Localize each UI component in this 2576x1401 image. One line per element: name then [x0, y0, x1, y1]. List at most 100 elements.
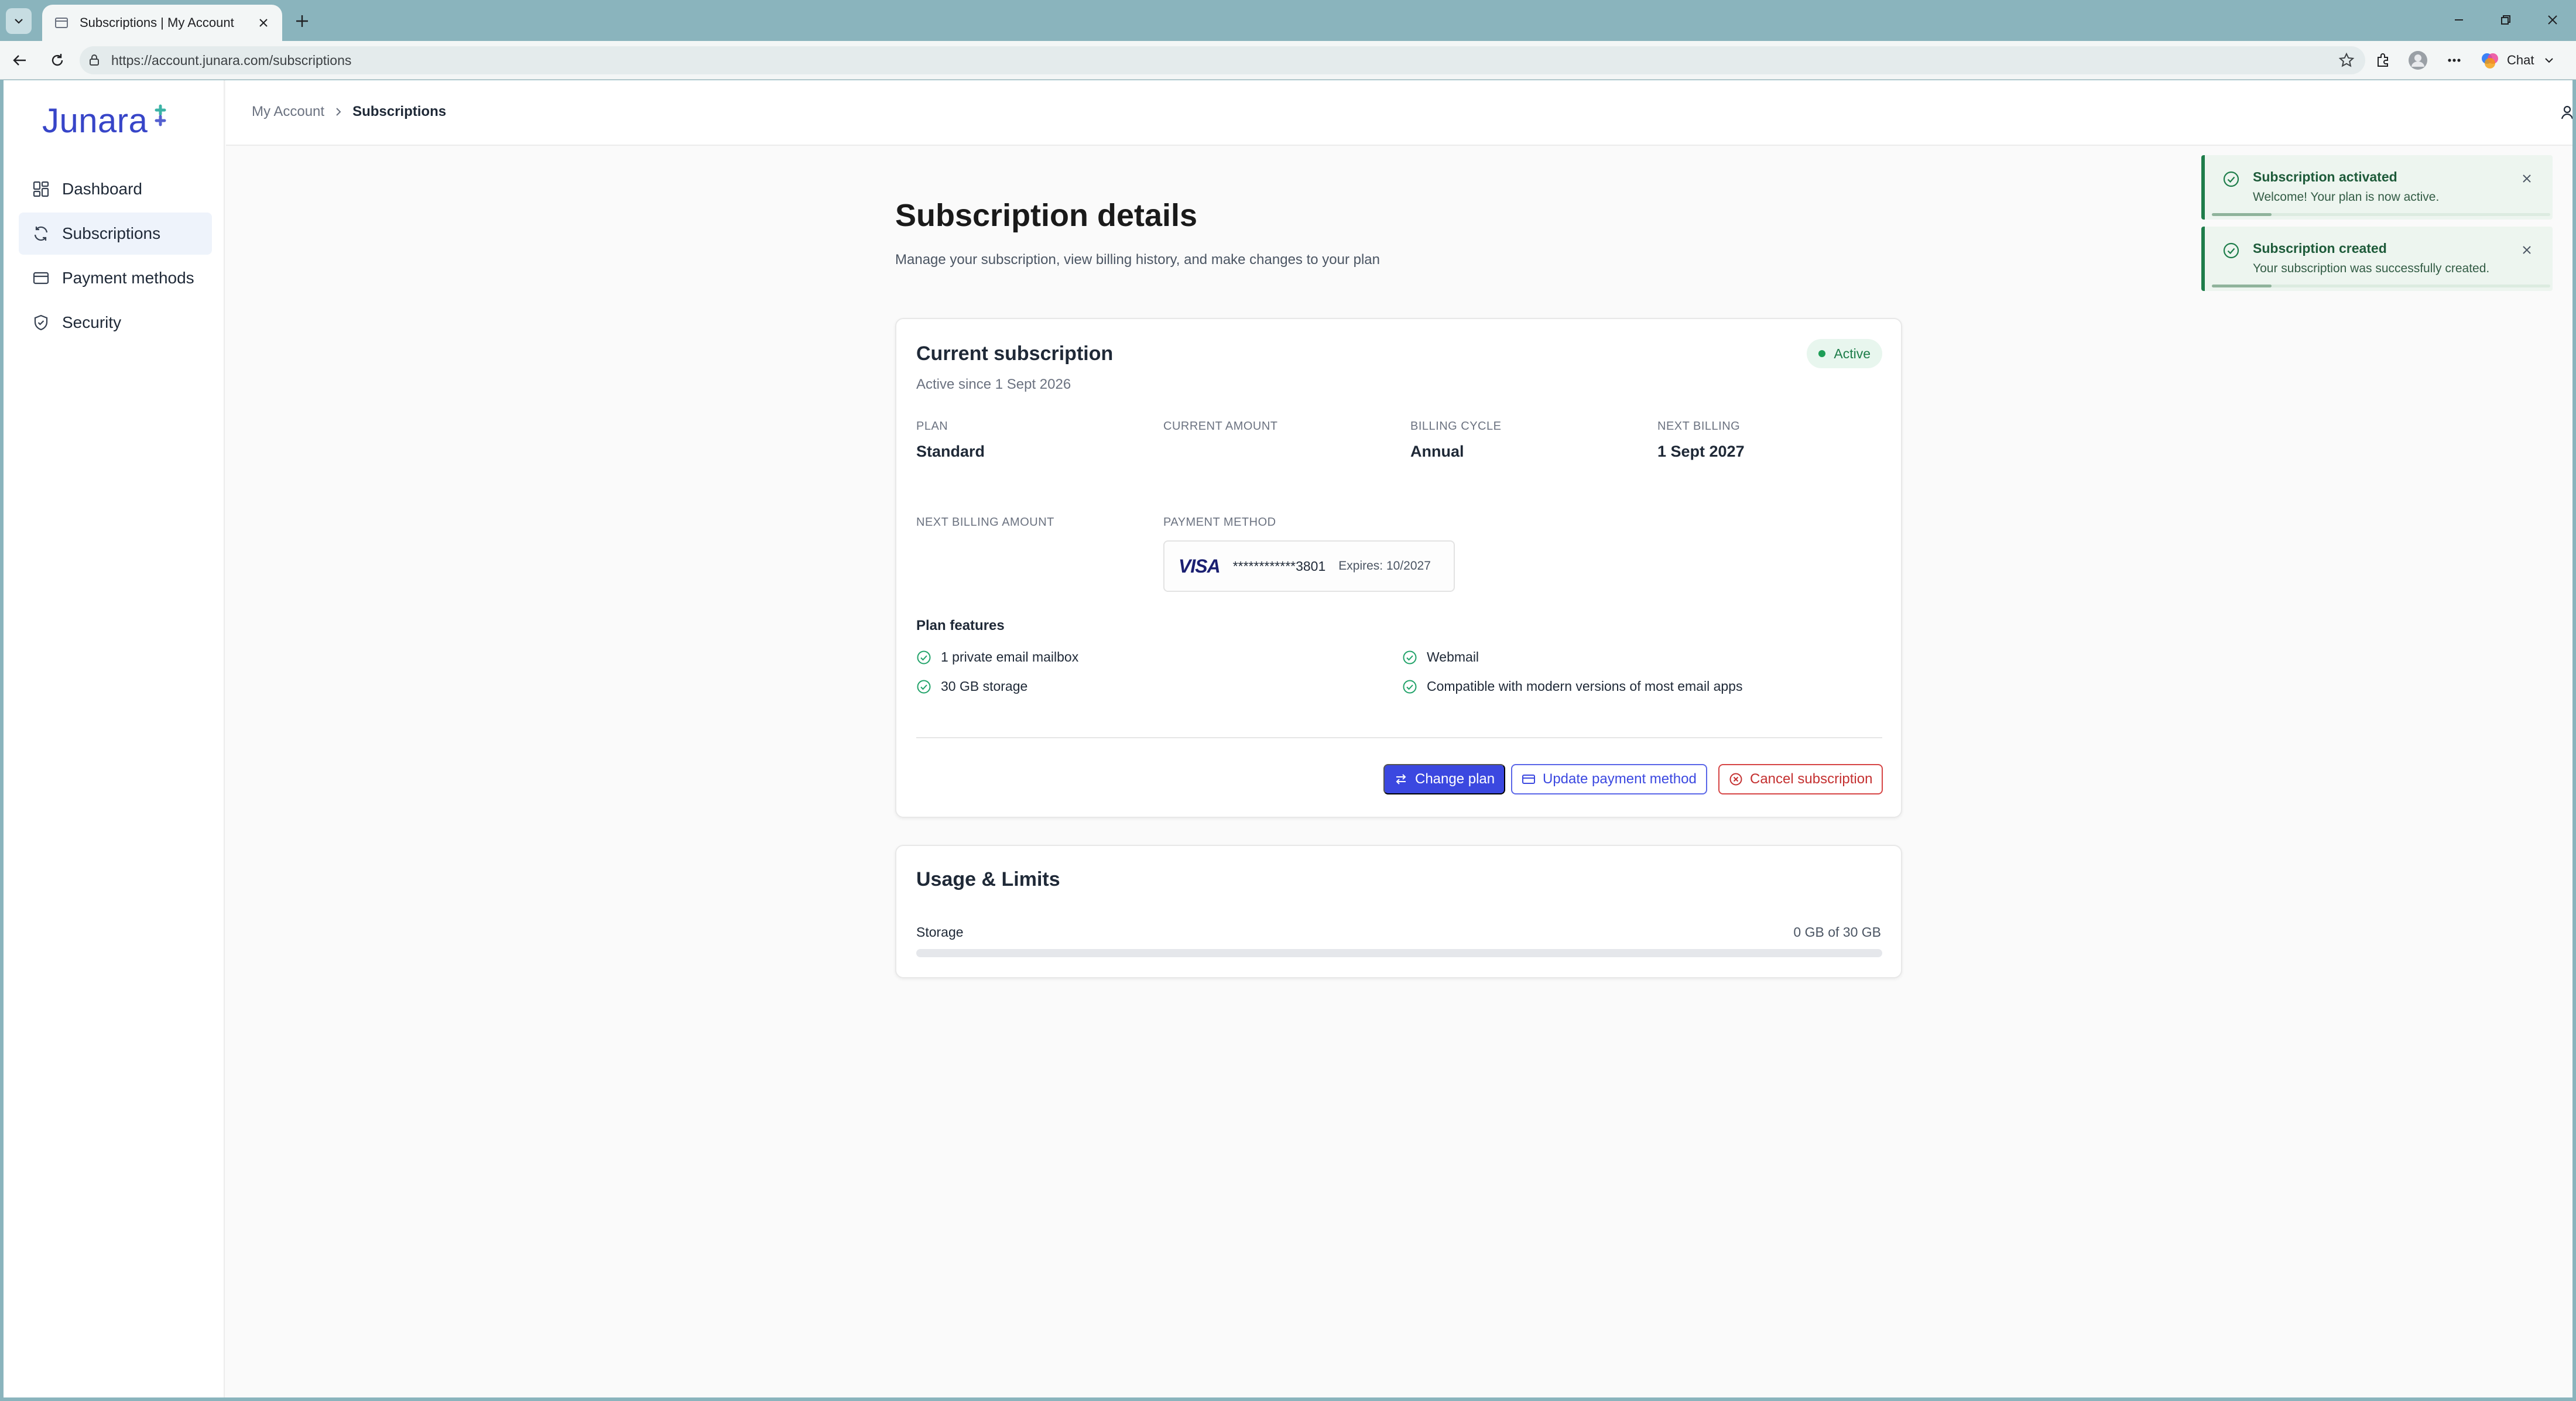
browser-tabstrip: Subscriptions | My Account: [0, 0, 2576, 41]
page-favicon-icon: [53, 14, 70, 32]
toast-timer-bar: [2212, 285, 2272, 287]
chevron-down-icon: [15, 19, 23, 24]
check-circle-icon: [916, 679, 931, 694]
browser-tab-active[interactable]: Subscriptions | My Account: [42, 5, 282, 41]
feature-item: 30 GB storage: [916, 679, 1027, 694]
payment-card: VISA ************3801 Expires: 10/2027: [1163, 540, 1455, 592]
user-menu[interactable]: [2339, 98, 2572, 128]
storage-progress-bar: [916, 949, 1882, 957]
toast-timer-bar: [2212, 213, 2272, 216]
feature-label: Compatible with modern versions of most …: [1427, 679, 1743, 694]
breadcrumb-subscriptions: Subscriptions: [352, 104, 447, 119]
sidebar-item-security[interactable]: Security: [19, 302, 212, 344]
check-circle-icon: [1402, 679, 1417, 694]
page-subtitle: Manage your subscription, view billing h…: [895, 252, 1380, 268]
field-label: PLAN: [916, 420, 948, 433]
minimize-icon: [2455, 19, 2463, 20]
user-icon: [2558, 104, 2572, 121]
card-title: Current subscription: [916, 342, 1114, 365]
extensions-button[interactable]: [2370, 47, 2396, 73]
status-badge-label: Active: [1834, 345, 1871, 361]
profile-avatar[interactable]: [2405, 47, 2431, 73]
tab-close-icon[interactable]: [255, 15, 272, 31]
reload-button[interactable]: [44, 47, 70, 73]
avatar-icon: [2409, 51, 2427, 70]
reload-icon: [52, 54, 63, 66]
address-bar[interactable]: https://account.junara.com/subscriptions: [80, 46, 2365, 74]
billing-cycle-value: Annual: [1410, 443, 1464, 460]
chat-button[interactable]: Chat: [2480, 46, 2568, 74]
toast-message: Your subscription was successfully creat…: [2253, 262, 2490, 275]
arrow-left-icon: [13, 55, 26, 66]
browser-menu-button[interactable]: [2441, 47, 2467, 73]
sidebar-item-payment-methods[interactable]: Payment methods: [19, 257, 212, 299]
plan-features-title: Plan features: [916, 618, 1005, 633]
usage-limits-card: Usage & Limits Storage 0 GB of 30 GB: [895, 845, 1902, 978]
field-label: BILLING CYCLE: [1410, 420, 1502, 433]
toast-subscription-created: Subscription created Your subscription w…: [2201, 227, 2553, 291]
feature-label: 30 GB storage: [941, 679, 1028, 694]
next-billing-value: 1 Sept 2027: [1657, 443, 1745, 460]
feature-label: Webmail: [1427, 649, 1479, 664]
x-circle-icon: [1729, 772, 1743, 786]
new-tab-button[interactable]: [290, 9, 314, 33]
minimize-button[interactable]: [2445, 8, 2473, 32]
cancel-subscription-label: Cancel subscription: [1750, 771, 1873, 787]
sidebar-item-dashboard[interactable]: Dashboard: [19, 168, 212, 210]
logo-mark-icon: [149, 104, 172, 127]
cancel-subscription-button[interactable]: Cancel subscription: [1718, 764, 1883, 794]
breadcrumb-my-account[interactable]: My Account: [252, 104, 324, 120]
toast-title: Subscription activated: [2253, 169, 2397, 184]
restore-icon: [2501, 15, 2510, 25]
feature-item: 1 private email mailbox: [916, 649, 1078, 665]
site-info-icon[interactable]: [88, 54, 101, 67]
restore-button[interactable]: [2492, 8, 2520, 32]
top-bar: My Account Subscriptions: [226, 80, 2572, 146]
junara-logo[interactable]: Junara: [42, 101, 172, 141]
breadcrumb: My Account Subscriptions: [252, 104, 446, 120]
field-label: CURRENT AMOUNT: [1163, 420, 1278, 433]
chevron-right-icon: [334, 107, 343, 117]
sidebar-item-label: Payment methods: [62, 269, 194, 287]
sidebar-item-subscriptions[interactable]: Subscriptions: [19, 213, 212, 255]
more-horizontal-icon: [2448, 59, 2461, 62]
tab-list-button[interactable]: [6, 8, 32, 34]
divider: [916, 737, 1882, 738]
usage-title: Usage & Limits: [916, 868, 1060, 890]
change-plan-label: Change plan: [1415, 771, 1495, 787]
active-since-text: Active since 1 Sept 2026: [916, 376, 1071, 392]
status-badge: Active: [1807, 339, 1882, 368]
dashboard-icon: [32, 180, 50, 198]
update-payment-label: Update payment method: [1543, 771, 1697, 787]
sidebar-item-label: Subscriptions: [62, 224, 161, 242]
sidebar-item-label: Dashboard: [62, 180, 142, 198]
swap-arrows-icon: [1394, 772, 1408, 786]
field-label: NEXT BILLING: [1657, 420, 1741, 433]
card-number: ************3801: [1232, 558, 1326, 574]
close-icon[interactable]: [2519, 242, 2535, 258]
change-plan-button[interactable]: Change plan: [1383, 764, 1506, 794]
toast-title: Subscription created: [2253, 241, 2387, 256]
close-icon[interactable]: [2519, 170, 2535, 187]
back-button[interactable]: [7, 47, 33, 73]
check-circle-icon: [2222, 242, 2240, 259]
page-title: Subscription details: [895, 198, 1198, 233]
card-expiry: Expires: 10/2027: [1338, 559, 1431, 573]
storage-label: Storage: [916, 924, 964, 940]
field-label: PAYMENT METHOD: [1163, 516, 1276, 529]
browser-toolbar: https://account.junara.com/subscriptions…: [0, 41, 2576, 80]
check-circle-icon: [2222, 170, 2240, 188]
feature-item: Compatible with modern versions of most …: [1402, 679, 1742, 694]
status-dot-icon: [1818, 350, 1826, 357]
check-circle-icon: [916, 650, 931, 665]
logo-text: Junara: [42, 102, 148, 140]
check-circle-icon: [1402, 650, 1417, 665]
url-text[interactable]: https://account.junara.com/subscriptions: [111, 53, 351, 68]
next-billing-field: NEXT BILLING 1 Sept 2027: [1657, 420, 1745, 461]
close-icon: [2548, 15, 2557, 25]
toast-subscription-activated: Subscription activated Welcome! Your pla…: [2201, 155, 2553, 220]
bookmark-star-icon[interactable]: [2336, 50, 2357, 71]
close-window-button[interactable]: [2539, 8, 2567, 32]
billing-cycle-field: BILLING CYCLE Annual: [1410, 420, 1501, 461]
update-payment-method-button[interactable]: Update payment method: [1511, 764, 1707, 794]
